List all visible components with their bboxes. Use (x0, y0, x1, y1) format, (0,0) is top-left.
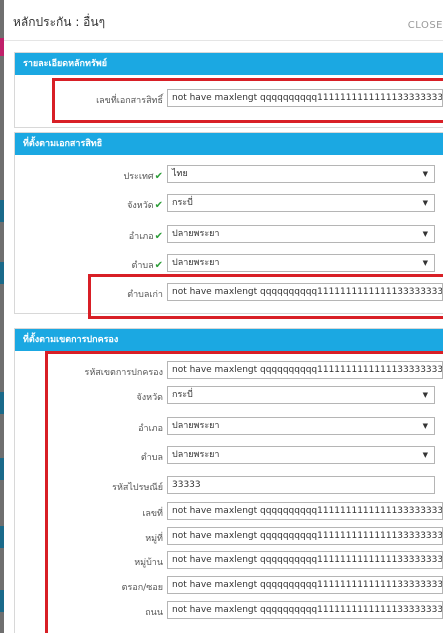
caret-down-icon: ▼ (422, 199, 428, 207)
district-label: อำเภอ✔ (128, 231, 163, 242)
caret-down-icon: ▼ (422, 259, 428, 267)
country-label: ประเทศ✔ (123, 171, 164, 182)
section-header: รายละเอียดหลักทรัพย์ (15, 53, 443, 75)
province-label: จังหวัด✔ (127, 200, 163, 211)
highlight-box (88, 274, 443, 319)
check-icon: ✔ (154, 260, 163, 271)
field-row-district: อำเภอ✔ ปลายพระยา ▼ (15, 225, 443, 245)
check-icon: ✔ (154, 200, 163, 211)
collateral-modal: หลักประกัน : อื่นๆ CLOSE รายละเอียดหลักท… (4, 0, 443, 633)
field-row-subdistrict: ตำบล✔ ปลายพระยา ▼ (15, 254, 443, 274)
section-header: ที่ตั้งตามเอกสารสิทธิ (15, 133, 443, 155)
section-header: ที่ตั้งตามเขตการปกครอง (15, 329, 443, 351)
caret-down-icon: ▼ (422, 170, 428, 178)
close-button[interactable]: CLOSE (408, 20, 443, 31)
caret-down-icon: ▼ (422, 230, 428, 238)
district-select[interactable]: ปลายพระยา ▼ (167, 225, 435, 243)
modal-title: หลักประกัน : อื่นๆ (13, 15, 106, 29)
modal-header: หลักประกัน : อื่นๆ CLOSE (4, 0, 443, 41)
highlight-box (52, 78, 443, 123)
field-row-province: จังหวัด✔ กระบี่ ▼ (15, 194, 443, 214)
subdistrict-label: ตำบล✔ (131, 260, 163, 271)
country-select[interactable]: ไทย ▼ (167, 165, 435, 183)
highlight-box (45, 351, 443, 633)
check-icon: ✔ (154, 231, 163, 242)
field-row-country: ประเทศ✔ ไทย ▼ (15, 165, 443, 185)
subdistrict-select[interactable]: ปลายพระยา ▼ (167, 254, 435, 272)
province-select[interactable]: กระบี่ ▼ (167, 194, 435, 212)
check-icon: ✔ (154, 171, 163, 182)
